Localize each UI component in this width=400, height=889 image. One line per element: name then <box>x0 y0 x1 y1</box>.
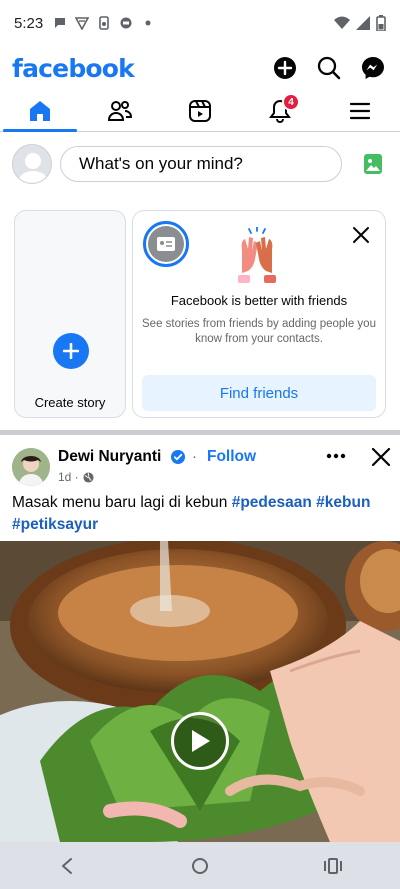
whats-on-your-mind-input[interactable]: What's on your mind? <box>60 146 342 182</box>
tab-menu[interactable] <box>320 90 400 131</box>
wifi-icon <box>334 16 350 29</box>
more-dots-icon <box>326 453 346 459</box>
find-friends-title: Facebook is better with friends <box>170 293 348 308</box>
author-avatar[interactable] <box>12 448 50 486</box>
find-friends-card: Facebook is better with friends See stor… <box>132 210 386 418</box>
tab-notifications[interactable]: 4 <box>240 90 320 131</box>
back-icon <box>61 857 72 874</box>
photo-button[interactable] <box>358 149 388 179</box>
verified-badge-icon <box>171 450 185 464</box>
create-icon <box>274 57 296 79</box>
app-icon <box>120 17 132 29</box>
status-system-icons <box>334 15 386 31</box>
author-photo-icon <box>12 448 50 486</box>
search-button[interactable] <box>314 53 344 83</box>
tab-video[interactable] <box>160 90 240 131</box>
section-divider <box>0 430 400 435</box>
hashtag-link[interactable]: #kebun <box>316 494 370 511</box>
play-icon <box>192 730 210 752</box>
back-button[interactable] <box>47 846 87 886</box>
create-story-plus-icon <box>53 333 89 369</box>
post-meta: 1d · <box>58 470 94 484</box>
recents-button[interactable] <box>313 846 353 886</box>
home-circle-icon <box>191 857 208 874</box>
follow-button[interactable]: Follow <box>207 448 256 466</box>
close-icon[interactable] <box>351 225 371 245</box>
video-thumbnail <box>0 541 400 842</box>
system-navigation-bar <box>0 842 400 889</box>
contact-card-icon <box>157 237 175 251</box>
home-nav-button[interactable] <box>180 846 220 886</box>
find-friends-subtitle: See stories from friends by adding peopl… <box>142 318 376 345</box>
more-options-button[interactable] <box>322 446 350 466</box>
device-icon <box>99 16 110 30</box>
tab-bar: 4 <box>0 90 400 132</box>
post-time: 1d · <box>58 470 79 484</box>
signal-icon <box>356 16 370 30</box>
post-video[interactable] <box>0 541 400 842</box>
header-actions <box>270 53 388 83</box>
status-notification-icons <box>53 16 155 30</box>
status-time: 5:23 <box>14 14 44 32</box>
high-five-icon <box>238 227 276 283</box>
home-icon <box>30 100 50 121</box>
messenger-button[interactable] <box>358 53 388 83</box>
menu-icon <box>349 102 371 119</box>
dot-icon <box>145 20 151 26</box>
notification-badge: 4 <box>282 93 300 111</box>
friends-icon <box>107 100 133 121</box>
tab-friends[interactable] <box>80 90 160 131</box>
create-button[interactable] <box>270 53 300 83</box>
photo-icon <box>364 154 382 174</box>
play-button[interactable] <box>171 712 229 770</box>
create-story-label: Create story <box>34 395 106 410</box>
post-caption: Masak menu baru lagi di kebun #pedesaan … <box>12 492 392 536</box>
author-name[interactable]: Dewi Nuryanti <box>58 448 161 466</box>
battery-icon <box>376 15 386 31</box>
hashtag-link[interactable]: #petiksayur <box>12 516 98 533</box>
contact-avatar <box>143 221 189 267</box>
default-avatar-icon <box>17 153 49 183</box>
video-icon <box>189 99 211 122</box>
stories-tray: Create story Facebook is better with fri… <box>0 210 400 420</box>
find-friends-button[interactable]: Find friends <box>142 375 376 411</box>
close-icon[interactable] <box>370 446 392 468</box>
vpn-icon <box>75 17 90 30</box>
globe-icon <box>83 471 94 483</box>
messenger-icon <box>362 57 384 79</box>
facebook-logo: facebook <box>12 53 135 83</box>
tab-home[interactable] <box>0 90 80 132</box>
hashtag-link[interactable]: #pedesaan <box>232 494 312 511</box>
post-composer: What's on your mind? <box>0 140 400 188</box>
post-caption-text: Masak menu baru lagi di kebun <box>12 494 232 511</box>
separator-dot: · <box>192 448 197 465</box>
post-header: Dewi Nuryanti · Follow 1d · <box>0 446 400 490</box>
search-icon <box>317 56 341 80</box>
status-bar: 5:23 <box>0 0 400 46</box>
chat-notification-icon <box>55 18 66 28</box>
user-avatar[interactable] <box>12 144 52 184</box>
app-header: facebook <box>0 46 400 90</box>
recents-icon <box>324 857 343 874</box>
create-story-card[interactable]: Create story <box>14 210 126 418</box>
